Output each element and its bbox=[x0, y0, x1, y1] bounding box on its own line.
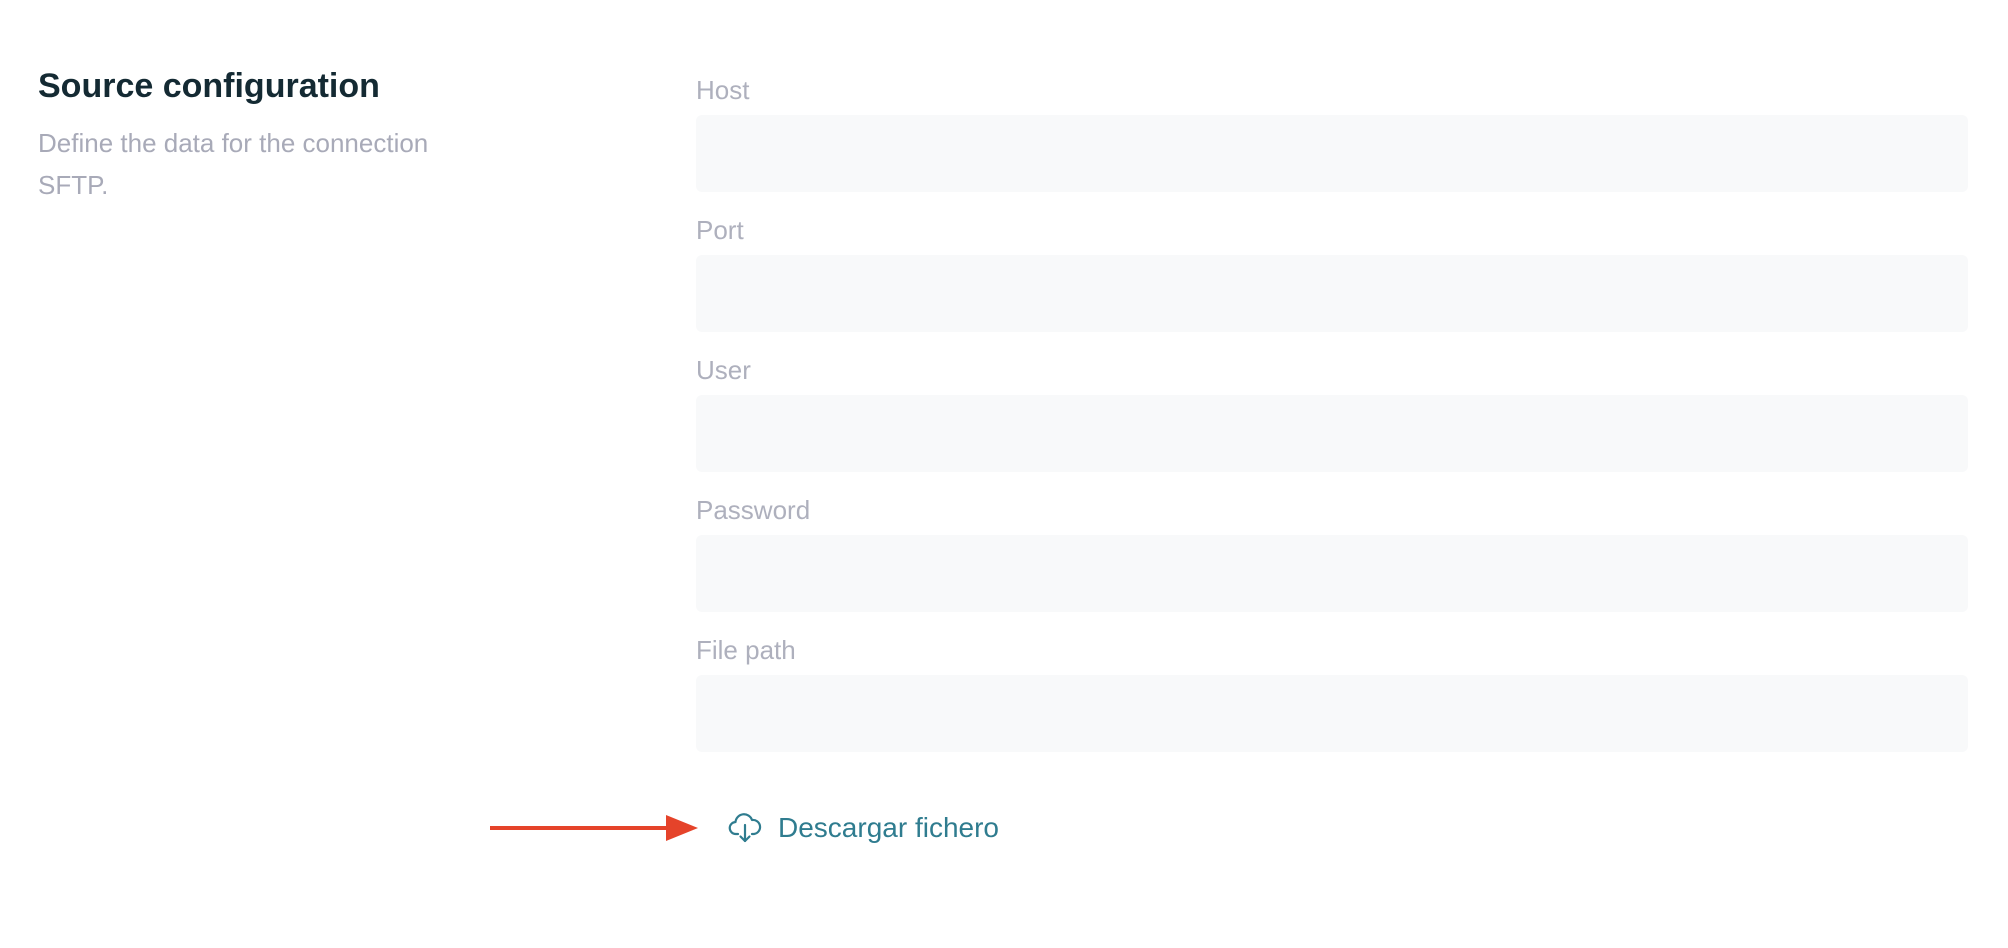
source-config-form: Host Port User Password File path bbox=[696, 72, 1968, 772]
annotation-arrow-icon bbox=[490, 815, 698, 841]
port-field-group: Port bbox=[696, 212, 1968, 332]
download-file-label: Descargar fichero bbox=[778, 812, 999, 843]
port-input[interactable] bbox=[696, 255, 1968, 332]
user-field-group: User bbox=[696, 352, 1968, 472]
port-label: Port bbox=[696, 215, 744, 245]
host-label: Host bbox=[696, 75, 750, 105]
file-path-field-group: File path bbox=[696, 632, 1968, 752]
download-row: Descargar fichero bbox=[490, 806, 999, 850]
section-header: Source configuration Define the data for… bbox=[38, 62, 518, 206]
password-input[interactable] bbox=[696, 535, 1968, 612]
section-description-line-1: Define the data for the connection bbox=[38, 128, 429, 158]
user-label: User bbox=[696, 355, 751, 385]
password-field-group: Password bbox=[696, 492, 1968, 612]
file-path-label: File path bbox=[696, 635, 796, 665]
user-input[interactable] bbox=[696, 395, 1968, 472]
section-description-line-2: SFTP. bbox=[38, 170, 109, 200]
password-label: Password bbox=[696, 495, 811, 525]
section-description: Define the data for the connection SFTP. bbox=[38, 122, 518, 206]
host-input[interactable] bbox=[696, 115, 1968, 192]
download-file-button[interactable]: Descargar fichero bbox=[728, 812, 999, 844]
file-path-input[interactable] bbox=[696, 675, 1968, 752]
host-field-group: Host bbox=[696, 72, 1968, 192]
section-title: Source configuration bbox=[38, 67, 380, 105]
cloud-download-icon bbox=[728, 813, 762, 843]
